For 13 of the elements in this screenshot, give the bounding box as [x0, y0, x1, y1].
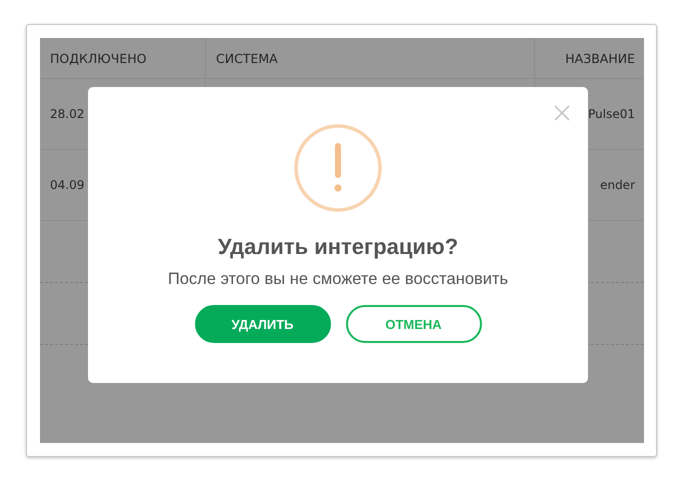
column-header: НАЗВАНИЕ [565, 50, 635, 66]
table-cell: ender [600, 178, 635, 192]
column-header: ПОДКЛЮЧЕНО [50, 50, 146, 66]
close-icon[interactable] [554, 105, 570, 121]
delete-button[interactable]: УДАЛИТЬ [194, 305, 330, 343]
cancel-button[interactable]: ОТМЕНА [346, 305, 482, 343]
warning-icon [294, 124, 382, 212]
dialog-title: Удалить интеграцию? [218, 234, 458, 260]
dialog-message: После этого вы не сможете ее восстановить [168, 270, 508, 289]
column-header: СИСТЕМА [216, 50, 278, 66]
table-cell: Pulse01 [588, 107, 635, 121]
table-cell: 04.09 [50, 178, 84, 192]
table-cell: 28.02 [50, 107, 84, 121]
